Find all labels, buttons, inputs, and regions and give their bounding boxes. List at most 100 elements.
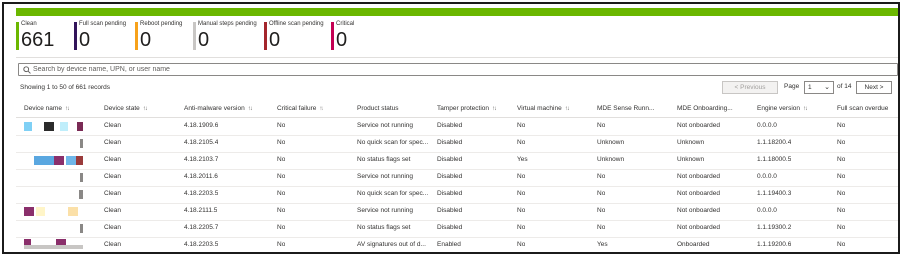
cell-virtual-machine: No <box>517 241 526 248</box>
column-header-full-scan-overdue[interactable]: Full scan overdue <box>837 101 888 117</box>
divider <box>16 57 898 58</box>
redacted-device-name <box>66 156 76 165</box>
tile-label: Clean <box>21 21 37 27</box>
cell-critical-failure: No <box>277 173 286 180</box>
tile-label: Manual steps pending <box>198 21 257 27</box>
column-header-critical-failure[interactable]: Critical failure ↑↓ <box>277 101 323 117</box>
next-button[interactable]: Next > <box>856 81 892 94</box>
redacted-device-name <box>24 122 32 131</box>
tile-color-bar <box>193 22 196 50</box>
table-row[interactable]: Clean 4.18.1909.6 No Service not running… <box>16 118 898 136</box>
cell-full-scan-overdue: No <box>837 224 846 231</box>
column-header-product-status[interactable]: Product status <box>357 101 399 117</box>
column-header-device-name[interactable]: Device name ↑↓ <box>24 101 69 117</box>
cell-engine-version: 1.1.18000.5 <box>757 156 792 163</box>
cell-full-scan-overdue: No <box>837 173 846 180</box>
cell-mde-onboarding: Not onboarded <box>677 173 721 180</box>
redacted-device-name <box>60 122 68 131</box>
cell-mde-sense-running: No <box>597 122 606 129</box>
page-total: of 14 <box>837 83 852 90</box>
column-header-anti-malware-version[interactable]: Anti-malware version ↑↓ <box>184 101 252 117</box>
search-icon <box>23 66 31 74</box>
column-header-mde-sense-running[interactable]: MDE Sense Runn... <box>597 101 654 117</box>
cell-anti-malware-version: 4.18.2203.5 <box>184 190 219 197</box>
cell-critical-failure: No <box>277 190 286 197</box>
cell-virtual-machine: Yes <box>517 156 528 163</box>
table-row[interactable]: Clean 4.18.2103.7 No No status flags set… <box>16 152 898 170</box>
tile-label: Full scan pending <box>79 21 127 27</box>
table-header: Device name ↑↓ Device state ↑↓ Anti-malwar… <box>16 101 898 118</box>
cell-product-status: Service not running <box>357 122 414 129</box>
column-header-virtual-machine[interactable]: Virtual machine ↑↓ <box>517 101 569 117</box>
cell-critical-failure: No <box>277 156 286 163</box>
search-box[interactable] <box>18 63 898 76</box>
cell-device-state: Clean <box>104 190 121 197</box>
cell-tamper-protection: Disabled <box>437 190 463 197</box>
cell-mde-sense-running: No <box>597 207 606 214</box>
cell-anti-malware-version: 4.18.2205.7 <box>184 224 219 231</box>
table-row[interactable]: Clean 4.18.2203.5 No No quick scan for s… <box>16 186 898 204</box>
cell-product-status: No status flags set <box>357 224 411 231</box>
previous-button[interactable]: < Previous <box>722 81 778 94</box>
column-label: Critical failure <box>277 105 317 112</box>
tile-clean[interactable]: Clean 661 <box>16 21 54 51</box>
column-header-tamper-protection[interactable]: Tamper protection ↑↓ <box>437 101 496 117</box>
search-input[interactable] <box>33 64 883 75</box>
cell-mde-onboarding: Not onboarded <box>677 190 721 197</box>
cell-full-scan-overdue: No <box>837 156 846 163</box>
cell-mde-onboarding: Not onboarded <box>677 122 721 129</box>
cell-tamper-protection: Disabled <box>437 156 463 163</box>
cell-mde-onboarding: Onboarded <box>677 241 710 248</box>
table-row[interactable]: Clean 4.18.2205.7 No No status flags set… <box>16 220 898 238</box>
cell-tamper-protection: Disabled <box>437 207 463 214</box>
cell-anti-malware-version: 4.18.2111.5 <box>184 207 218 214</box>
cell-critical-failure: No <box>277 207 286 214</box>
column-label: Full scan overdue <box>837 105 889 112</box>
page-label: Page <box>784 83 800 90</box>
tile-value: 0 <box>79 29 91 51</box>
cell-mde-sense-running: No <box>597 173 606 180</box>
table-row[interactable]: Clean 4.18.2105.4 No No quick scan for s… <box>16 135 898 153</box>
redacted-device-name <box>24 207 34 216</box>
tile-critical[interactable]: Critical 0 <box>331 21 354 51</box>
redacted-device-name <box>34 156 54 165</box>
redacted-device-name <box>76 156 83 165</box>
redacted-device-name <box>80 139 83 148</box>
sort-icon: ↑↓ <box>64 106 69 112</box>
cell-device-state: Clean <box>104 207 121 214</box>
cell-device-state: Clean <box>104 224 121 231</box>
cell-virtual-machine: No <box>517 224 526 231</box>
cell-full-scan-overdue: No <box>837 241 846 248</box>
chevron-down-icon: ⌄ <box>824 84 830 91</box>
table-row[interactable]: Clean 4.18.2111.5 No Service not running… <box>16 203 898 221</box>
column-label: MDE Onboarding... <box>677 105 733 112</box>
cell-virtual-machine: No <box>517 207 526 214</box>
tile-reboot-pending[interactable]: Reboot pending 0 <box>135 21 182 51</box>
tile-label: Critical <box>336 21 355 27</box>
column-header-device-state[interactable]: Device state ↑↓ <box>104 101 147 117</box>
cell-engine-version: 0.0.0.0 <box>757 122 777 129</box>
cell-anti-malware-version: 4.18.2011.6 <box>184 173 218 180</box>
page-select[interactable]: 1 ⌄ <box>804 81 834 94</box>
column-label: Anti-malware version <box>184 105 245 112</box>
cell-device-state: Clean <box>104 156 121 163</box>
cell-anti-malware-version: 4.18.2105.4 <box>184 139 219 146</box>
cell-engine-version: 0.0.0.0 <box>757 207 777 214</box>
redacted-device-name <box>44 122 54 131</box>
column-header-mde-onboarding[interactable]: MDE Onboarding... <box>677 101 733 117</box>
column-header-engine-version[interactable]: Engine version ↑↓ <box>757 101 807 117</box>
cell-virtual-machine: No <box>517 139 526 146</box>
tile-offline-scan-pending[interactable]: Offline scan pending 0 <box>264 21 324 51</box>
table-row[interactable]: Clean 4.18.2011.6 No Service not running… <box>16 169 898 187</box>
table-row[interactable]: Clean 4.18.2203.5 No AV signatures out o… <box>16 237 898 252</box>
tile-manual-steps-pending[interactable]: Manual steps pending 0 <box>193 21 257 51</box>
cell-anti-malware-version: 4.18.2203.5 <box>184 241 219 248</box>
tile-full-scan-pending[interactable]: Full scan pending 0 <box>74 21 126 51</box>
page-select-value: 1 <box>808 84 812 91</box>
cell-device-state: Clean <box>104 122 121 129</box>
tile-color-bar <box>264 22 267 50</box>
cell-device-state: Clean <box>104 241 121 248</box>
tile-value: 0 <box>269 29 281 51</box>
cell-product-status: AV signatures out of d... <box>357 241 426 248</box>
cell-critical-failure: No <box>277 139 286 146</box>
